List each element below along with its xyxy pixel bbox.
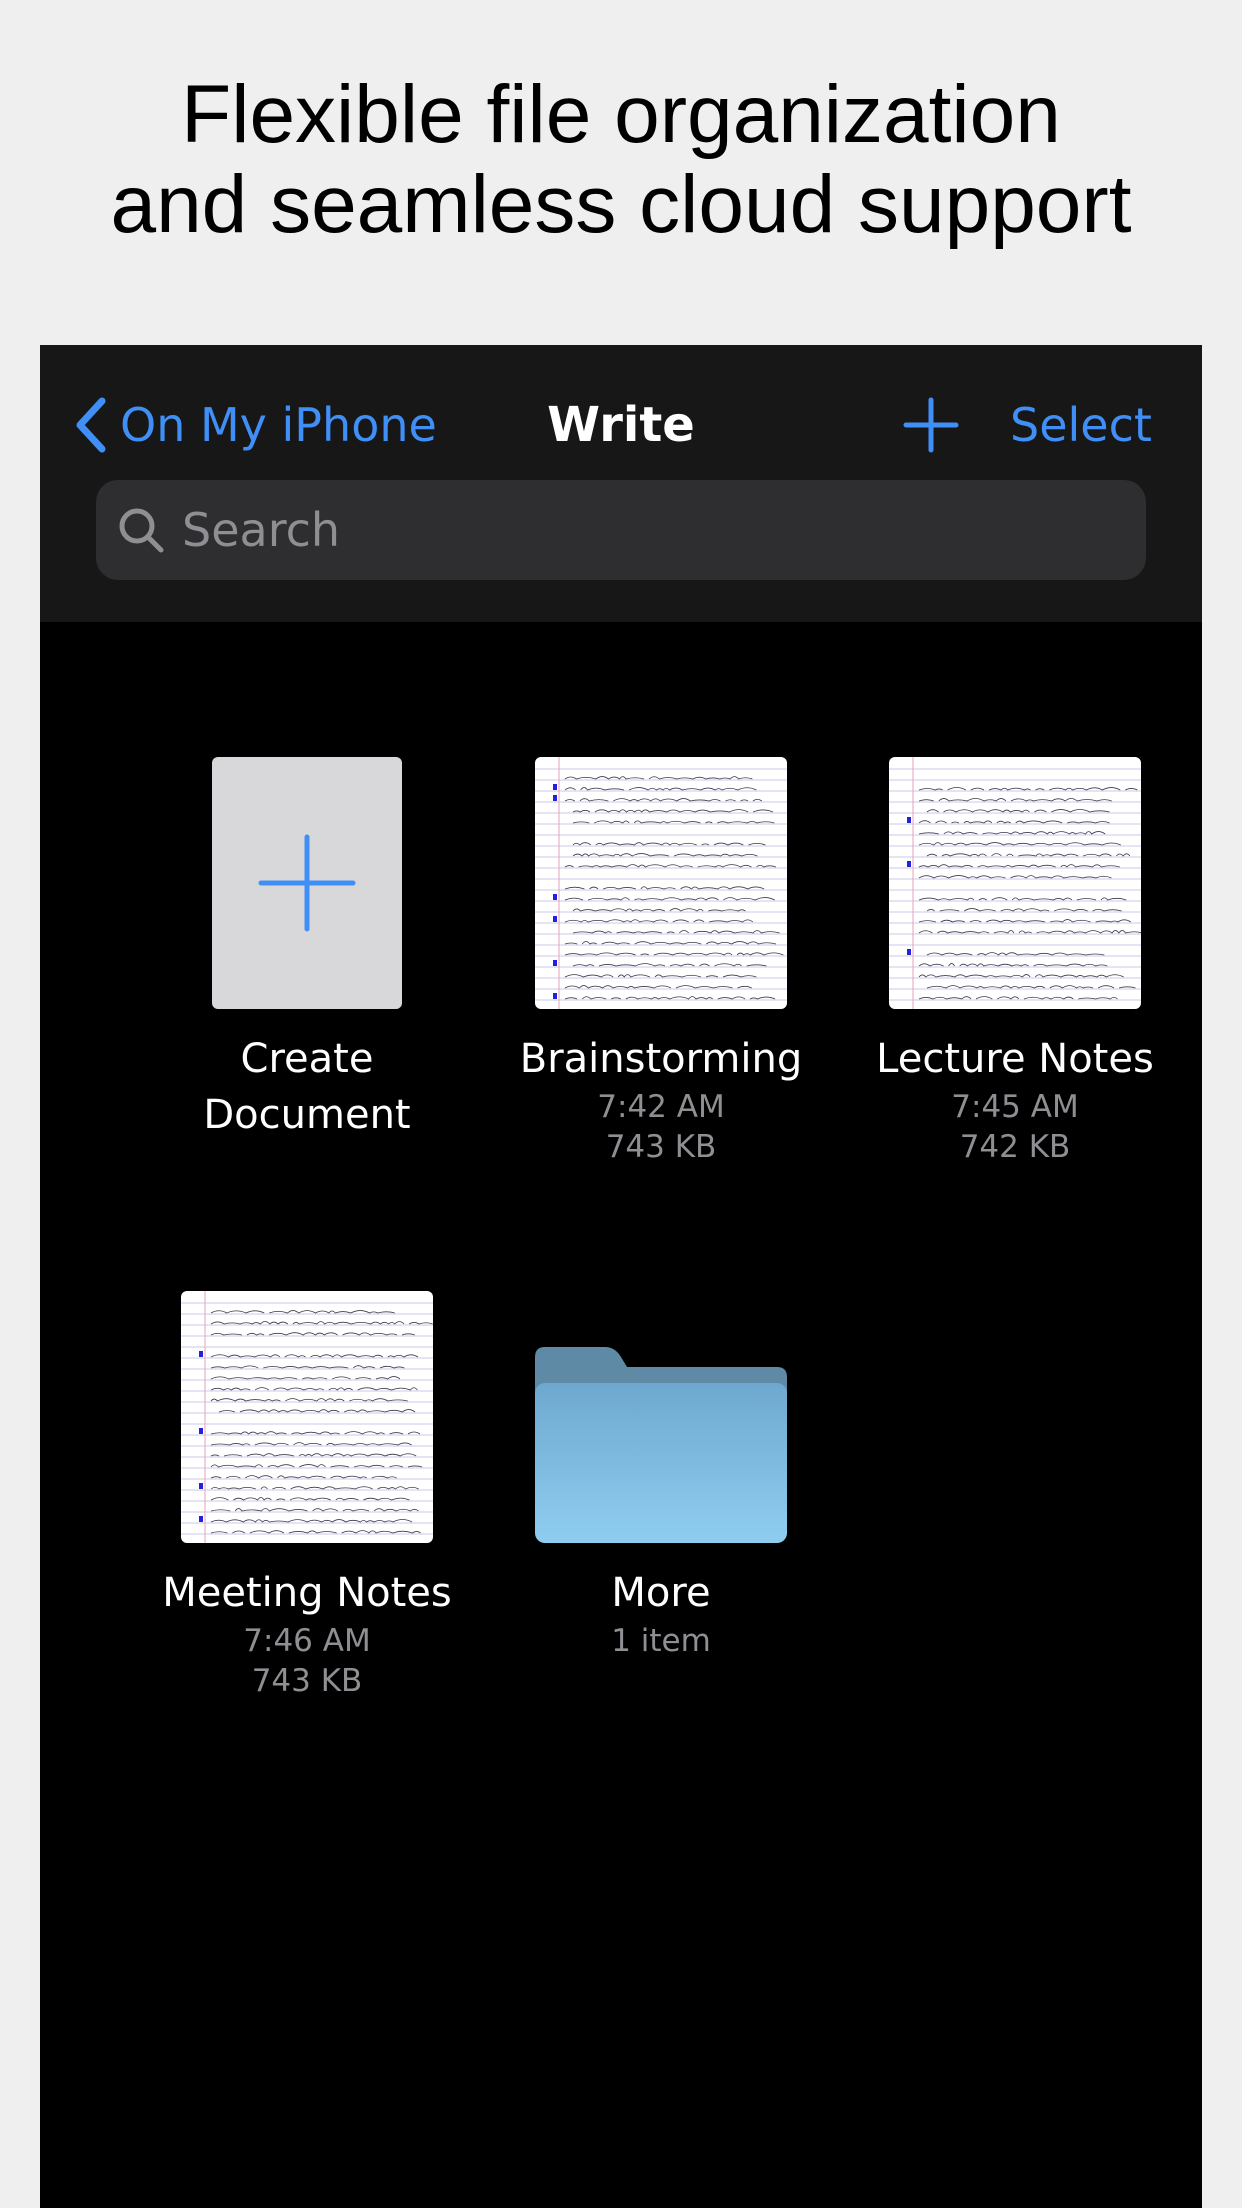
back-button-label: On My iPhone [120,398,437,452]
item-time: 7:42 AM [597,1089,725,1125]
headline-line-1: Flexible file organization [181,69,1061,160]
folder-item-more[interactable]: More 1 item [491,1289,831,1661]
handwritten-page-icon [535,757,787,1009]
item-time: 7:45 AM [951,1089,1079,1125]
chevron-left-icon [76,397,106,453]
document-item-meeting-notes[interactable]: Meeting Notes 7:46 AM 743 KB [137,1289,477,1701]
document-thumbnail [889,757,1141,1009]
item-size: 742 KB [959,1129,1071,1165]
handwritten-page-icon [181,1291,433,1543]
back-button[interactable]: On My iPhone [74,385,437,465]
item-name: Brainstorming [519,1036,803,1082]
item-name: More [611,1570,711,1616]
item-name: Create Document [203,1036,411,1138]
plus-icon [903,397,959,453]
create-document-thumbnail [212,757,402,1009]
create-document-button[interactable]: Create Document [137,755,477,1143]
headline-line-2: and seamless cloud support [110,159,1132,250]
item-name: Lecture Notes [876,1036,1154,1082]
item-time: 7:46 AM [243,1623,371,1659]
add-button[interactable] [896,390,966,460]
item-name: Meeting Notes [162,1570,452,1616]
item-size: 743 KB [605,1129,717,1165]
navigation-bar: On My iPhone Write Select [40,345,1202,622]
folder-thumbnail [535,1291,787,1543]
search-icon [119,508,164,553]
folder-icon [535,1347,787,1543]
document-thumbnail [181,1291,433,1543]
search-input[interactable] [180,502,1084,558]
item-count: 1 item [611,1623,711,1659]
headline: Flexible file organization and seamless … [0,70,1242,250]
handwritten-page-icon [889,757,1141,1009]
document-item-lecture-notes[interactable]: Lecture Notes 7:45 AM 742 KB [845,755,1185,1167]
search-bar[interactable] [96,480,1146,580]
device-screen: On My iPhone Write Select Create Docu [40,345,1202,2208]
item-size: 743 KB [251,1663,363,1699]
plus-icon [258,834,356,932]
document-thumbnail [535,757,787,1009]
select-button[interactable]: Select [1010,385,1152,465]
document-item-brainstorming[interactable]: Brainstorming 7:42 AM 743 KB [491,755,831,1167]
